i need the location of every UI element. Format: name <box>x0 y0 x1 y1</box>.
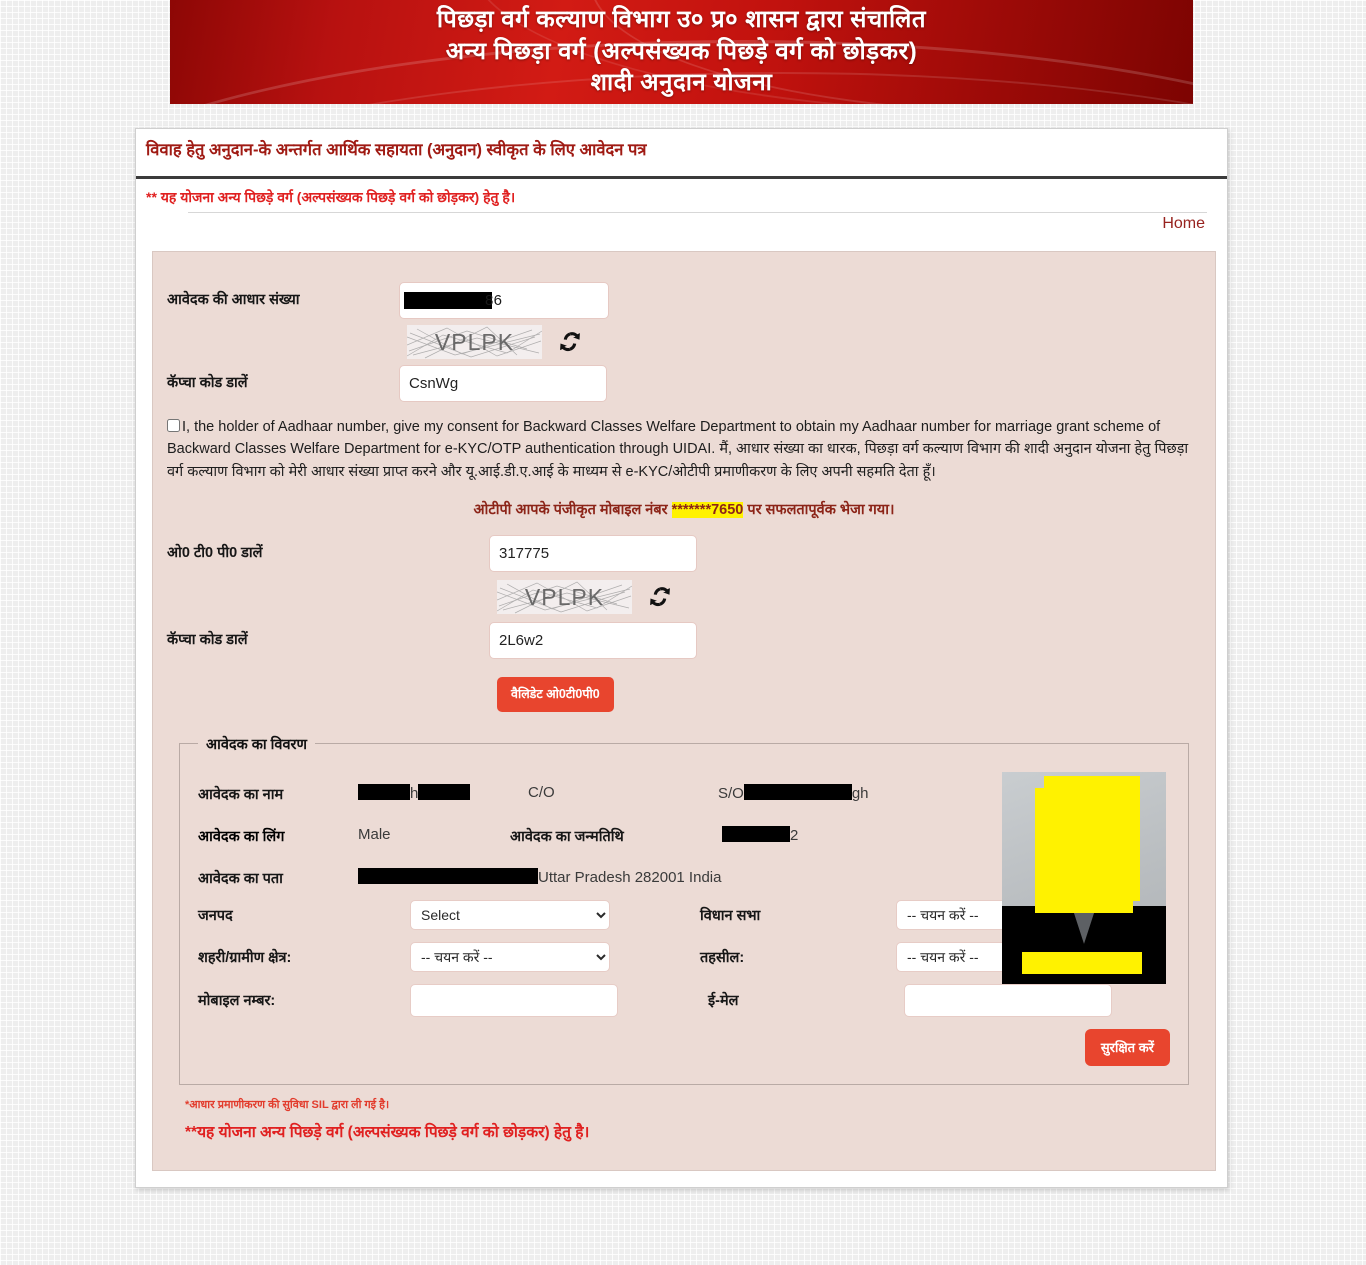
captcha-input-row-1: कॅप्चा कोड डालें <box>167 365 1201 402</box>
tehsil-label: तहसील: <box>700 949 745 966</box>
aadhaar-visible-tail: 86 <box>485 292 503 309</box>
applicant-name-label: आवेदक का नाम <box>198 786 284 803</box>
applicant-details-legend: आवेदक का विवरण <box>206 736 307 753</box>
district-label: जनपद <box>198 907 233 924</box>
district-select[interactable]: Select <box>410 899 610 930</box>
validate-button-wrap: वैलिडेट ओ0टी0पी0 <box>497 677 1201 712</box>
dob-visible-tail: 2 <box>790 826 799 844</box>
banner-line-3: शादी अनुदान योजना <box>590 69 773 97</box>
applicant-photo <box>1002 771 1166 984</box>
son-of-visible-tail: gh <box>851 784 869 802</box>
otp-row: ओ0 टी0 पी0 डालें <box>167 535 1201 573</box>
captcha-input-row-2: कॅप्चा कोड डालें <box>167 622 1201 660</box>
otp-message-suffix: पर सफलतापूर्वक भेजा गया। <box>743 502 895 519</box>
consent-checkbox[interactable] <box>167 419 180 432</box>
captcha-image-1: VPLPK <box>407 325 542 359</box>
otp-sent-message: ओटीपी आपके पंजीकृत मोबाइल नंबर *******76… <box>167 499 1201 519</box>
applicant-dob-label: आवेदक का जन्मतिथि <box>510 828 624 845</box>
assembly-label: विधान सभा <box>700 907 761 924</box>
scheme-footnote: **यह योजना अन्य पिछड़े वर्ग (अल्पसंख्यक … <box>185 1123 590 1141</box>
save-button[interactable]: सुरक्षित करें <box>1084 1028 1170 1066</box>
son-of-prefix: S/O <box>718 784 744 802</box>
area-type-select[interactable]: -- चयन करें -- <box>410 941 610 972</box>
captcha-block-1: VPLPK कॅप्चा कोड डालें <box>167 325 1201 402</box>
address-visible-fragment: Uttar Pradesh 282001 India <box>538 868 722 886</box>
validate-otp-button[interactable]: वैलिडेट ओ0टी0पी0 <box>497 677 614 712</box>
captcha-text-1: VPLPK <box>434 328 515 355</box>
applicant-dob-value: 2 <box>722 825 799 844</box>
applicant-address-label: आवेदक का पता <box>198 870 283 887</box>
consent-paragraph: I, the holder of Aadhaar number, give my… <box>167 416 1201 483</box>
area-type-label: शहरी/ग्रामीण क्षेत्र: <box>198 949 292 966</box>
banner-title: पिछड़ा वर्ग कल्याण विभाग उ० प्र० शासन द्… <box>170 0 1193 99</box>
captcha-text-2: VPLPK <box>524 583 605 610</box>
otp-message-prefix: ओटीपी आपके पंजीकृत मोबाइल नंबर <box>473 502 672 519</box>
photo-redaction-2 <box>1035 787 1133 913</box>
otp-input[interactable] <box>489 535 697 573</box>
banner-line-1: पिछड़ा वर्ग कल्याण विभाग उ० प्र० शासन द्… <box>436 6 927 33</box>
application-form: आवेदक की आधार संख्या 86 VPLPK कॅप्चा कोड… <box>152 251 1216 1171</box>
captcha-image-2: VPLPK <box>497 580 632 615</box>
son-of-redaction <box>743 783 852 800</box>
save-button-wrap: सुरक्षित करें <box>198 1028 1170 1066</box>
consent-text: I, the holder of Aadhaar number, give my… <box>167 419 1189 480</box>
aadhaar-label: आवेदक की आधार संख्या <box>167 292 300 308</box>
form-title-bar: विवाह हेतु अनुदान-के अन्तर्गत आर्थिक सहा… <box>136 129 1227 179</box>
photo-redaction-3 <box>1022 951 1142 974</box>
name-visible-fragment: h <box>410 784 419 802</box>
mobile-email-row: मोबाइल नम्बर: ई-मेल <box>198 983 1170 1017</box>
email-input[interactable] <box>904 983 1112 1017</box>
applicant-name-value: h <box>358 783 528 802</box>
aadhaar-input[interactable]: 86 <box>399 282 609 319</box>
scheme-notice: ** यह योजना अन्य पिछड़े वर्ग (अल्पसंख्यक… <box>146 189 516 205</box>
applicant-address-value: Uttar Pradesh 282001 India <box>358 867 722 886</box>
otp-message-mask: *******7650 <box>671 502 744 519</box>
home-link[interactable]: Home <box>1162 215 1205 233</box>
captcha-label-2: कॅप्चा कोड डालें <box>167 632 248 649</box>
site-banner: पिछड़ा वर्ग कल्याण विभाग उ० प्र० शासन द्… <box>170 0 1193 104</box>
son-of-value: S/O gh <box>718 783 869 802</box>
name-redaction-1 <box>358 783 410 800</box>
mobile-label: मोबाइल नम्बर: <box>198 993 276 1010</box>
captcha-input-1[interactable] <box>399 365 607 402</box>
applicant-gender-label: आवेदक का लिंग <box>198 828 285 845</box>
captcha-image-row-2: VPLPK <box>497 580 1201 615</box>
aadhaar-auth-footnote: *आधार प्रमाणीकरण की सुविधा SIL द्वारा ली… <box>185 1098 390 1111</box>
email-label: ई-मेल <box>708 993 739 1010</box>
captcha-input-2[interactable] <box>489 622 697 660</box>
otp-label: ओ0 टी0 पी0 डालें <box>167 545 263 562</box>
aadhaar-redaction-bar <box>404 292 492 309</box>
notice-zone: ** यह योजना अन्य पिछड़े वर्ग (अल्पसंख्यक… <box>136 179 1227 241</box>
mobile-input[interactable] <box>410 983 618 1017</box>
address-redaction <box>358 867 538 884</box>
dob-redaction <box>722 825 790 842</box>
banner-line-2: अन्य पिछड़ा वर्ग (अल्पसंख्यक पिछड़े वर्ग… <box>445 37 918 65</box>
refresh-icon[interactable] <box>558 329 582 355</box>
application-page-card: विवाह हेतु अनुदान-के अन्तर्गत आर्थिक सहा… <box>135 128 1228 1188</box>
tab-divider <box>188 211 1207 213</box>
applicant-details-fieldset: आवेदक का विवरण आवेदक का नाम h C/O S/O gh <box>179 733 1189 1085</box>
aadhaar-row: आवेदक की आधार संख्या 86 <box>167 282 1201 319</box>
page-title: विवाह हेतु अनुदान-के अन्तर्गत आर्थिक सहा… <box>146 141 647 159</box>
applicant-gender-value: Male <box>358 825 391 843</box>
refresh-icon[interactable] <box>648 584 672 610</box>
captcha-label-1: कॅप्चा कोड डालें <box>167 374 248 391</box>
name-redaction-2 <box>418 783 471 800</box>
care-of-label: C/O <box>528 783 555 801</box>
captcha-image-row-1: VPLPK <box>407 325 1201 359</box>
